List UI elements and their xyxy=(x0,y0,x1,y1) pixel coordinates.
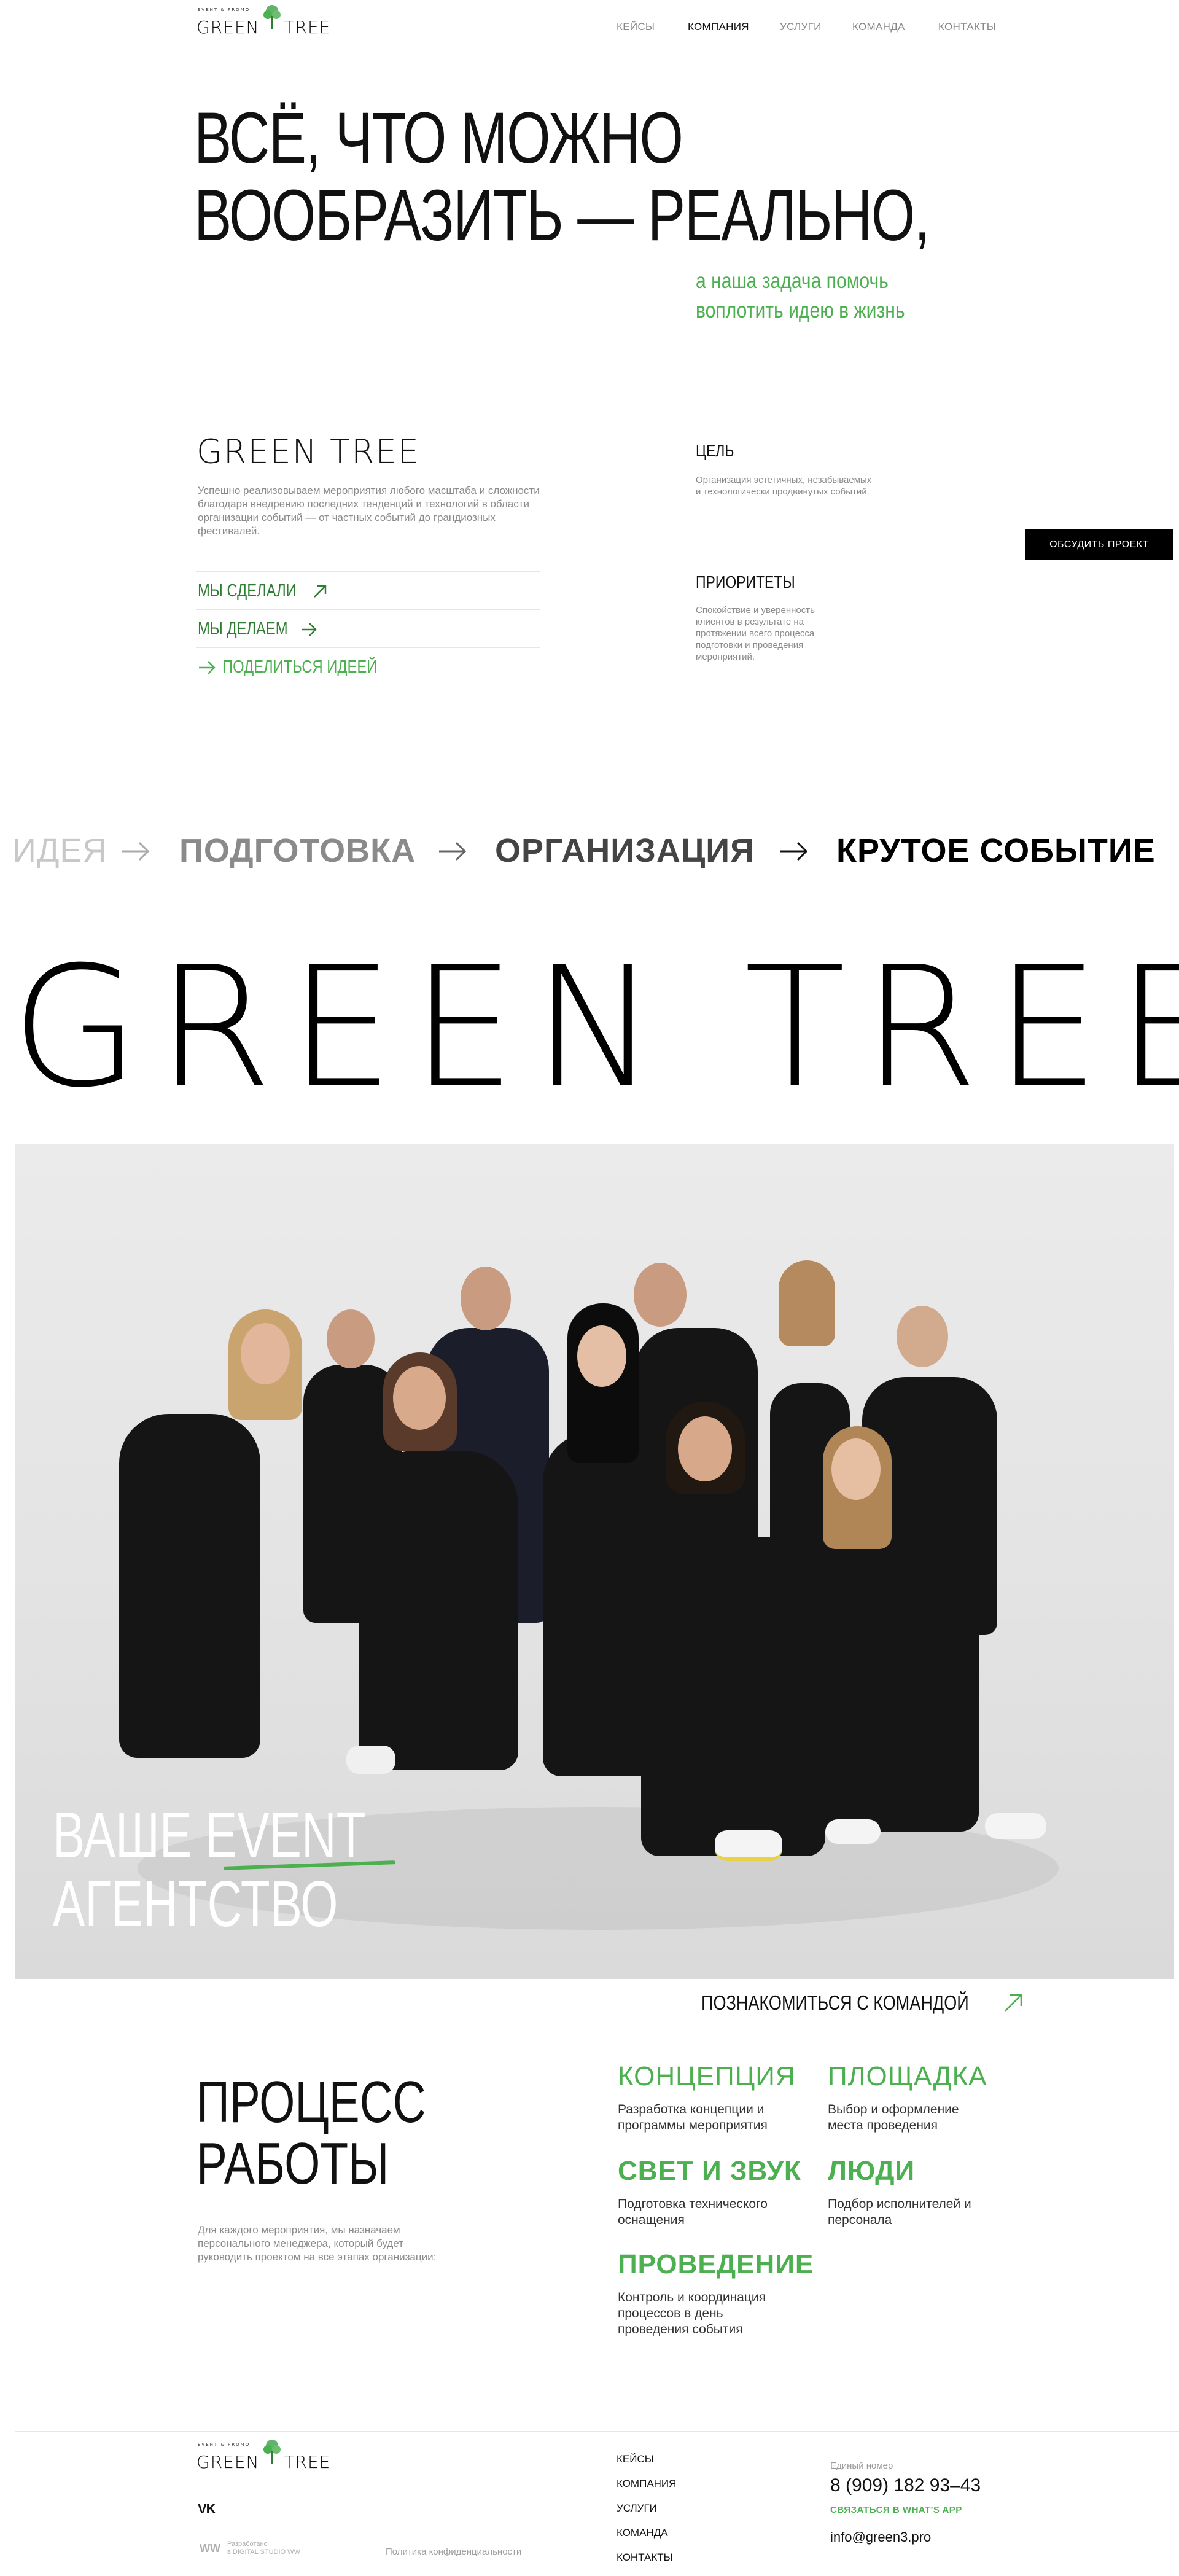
process-item-light-sound: СВЕТ И ЗВУК Подготовка технического осна… xyxy=(618,2156,814,2228)
arrow-right-icon xyxy=(301,622,317,636)
process-text: Для каждого мероприятия, мы назначаем пе… xyxy=(198,2224,437,2263)
whatsapp-link[interactable]: СВЯЗАТЬСЯ В WHAT'S APP xyxy=(830,2505,962,2515)
site-logo[interactable]: EVENT & PROMO GREEN TREE xyxy=(196,4,338,37)
footer-nav-team[interactable]: КОМАНДА xyxy=(617,2527,676,2539)
goal-text: Организация эстетичных, незабываемых и т… xyxy=(696,475,872,497)
about-brand: GREEN TREE xyxy=(196,432,420,471)
arrow-up-right-icon xyxy=(1005,1994,1022,2012)
logo-tagline: EVENT & PROMO xyxy=(198,2442,251,2447)
about-divider-1 xyxy=(196,571,540,572)
link-we-did[interactable]: МЫ СДЕЛАЛИ xyxy=(198,581,328,601)
studio-logo: WW xyxy=(200,2542,220,2555)
meet-team-label: ПОЗНАКОМИТЬСЯ С КОМАНДОЙ xyxy=(701,1991,969,2014)
phone-label: Единый номер xyxy=(830,2461,893,2471)
phone-number[interactable]: 8 (909) 182 93–43 xyxy=(830,2475,981,2496)
process-item-concept: КОНЦЕПЦИЯ Разработка концепции и програм… xyxy=(618,2061,814,2134)
priority-text: Спокойствие и уверенность клиентов в рез… xyxy=(696,605,815,662)
developer-text: Разработано в DIGITAL STUDIO WW xyxy=(227,2540,300,2556)
link-we-did-label: МЫ СДЕЛАЛИ xyxy=(198,581,297,601)
nav-company[interactable]: КОМПАНИЯ xyxy=(688,21,749,33)
process-item-title: СВЕТ И ЗВУК xyxy=(618,2156,801,2186)
arrow-right-icon xyxy=(122,841,150,861)
footer-nav-contacts[interactable]: КОНТАКТЫ xyxy=(617,2551,676,2564)
developer-line-2: в DIGITAL STUDIO WW xyxy=(227,2548,300,2556)
vk-icon[interactable]: VK xyxy=(198,2501,216,2517)
photo-caption-line-2: АГЕНТСТВО xyxy=(53,1868,338,1940)
process-item-title: ЛЮДИ xyxy=(828,2156,916,2186)
link-we-do[interactable]: МЫ ДЕЛАЕМ xyxy=(198,619,317,639)
logo-tagline: EVENT & PROMO xyxy=(198,7,251,12)
process-item-execution: ПРОВЕДЕНИЕ Контроль и координация процес… xyxy=(618,2249,839,2338)
link-we-do-label: МЫ ДЕЛАЕМ xyxy=(198,619,288,639)
process-item-title: ПЛОЩАДКА xyxy=(828,2061,987,2091)
photo-caption-line-1: ВАШЕ EVENT xyxy=(53,1799,366,1872)
footer-nav: КЕЙСЫ КОМПАНИЯ УСЛУГИ КОМАНДА КОНТАКТЫ xyxy=(617,2453,676,2576)
step-idea: ИДЕЯ xyxy=(12,832,107,869)
nav-services[interactable]: УСЛУГИ xyxy=(780,21,822,33)
process-item-venue: ПЛОЩАДКА Выбор и оформление места провед… xyxy=(828,2061,1024,2134)
arrow-up-right-icon xyxy=(314,585,327,598)
developer-line-1: Разработано xyxy=(227,2540,268,2548)
nav-team[interactable]: КОМАНДА xyxy=(852,21,905,33)
priority-title: ПРИОРИТЕТЫ xyxy=(696,572,795,591)
arrow-right-icon xyxy=(439,841,467,861)
process-item-desc: Выбор и оформление места проведения xyxy=(828,2102,959,2133)
hero-title-line-2: ВООБРАЗИТЬ — РЕАЛЬНО, xyxy=(194,175,930,256)
hero-subtitle-1: а наша задача помочь xyxy=(696,269,889,293)
privacy-policy-link[interactable]: Политика конфиденциальности xyxy=(386,2547,521,2557)
process-item-desc: Подбор исполнителей и персонала xyxy=(828,2197,971,2227)
process-item-title: КОНЦЕПЦИЯ xyxy=(618,2061,796,2091)
arrow-right-icon xyxy=(780,841,808,861)
meet-team-link[interactable]: ПОЗНАКОМИТЬСЯ С КОМАНДОЙ xyxy=(701,1991,1024,2015)
footer-logo[interactable]: EVENT & PROMO GREEN TREE xyxy=(196,2438,338,2472)
logo-text: GREEN TREE xyxy=(196,2452,331,2472)
process-title-line-1: ПРОЦЕСС xyxy=(196,2069,426,2135)
footer-nav-company[interactable]: КОМПАНИЯ xyxy=(617,2478,676,2490)
footer-nav-cases[interactable]: КЕЙСЫ xyxy=(617,2453,676,2465)
process-item-desc: Контроль и координация процессов в день … xyxy=(618,2290,766,2336)
nav-cases[interactable]: КЕЙСЫ xyxy=(617,21,655,33)
hero-title-line-1: ВСЁ, ЧТО МОЖНО xyxy=(194,98,683,179)
step-cool-event: КРУТОЕ СОБЫТИЕ xyxy=(836,832,1156,869)
process-steps: ИДЕЯ ПОДГОТОВКА ОРГАНИЗАЦИЯ КРУТОЕ СОБЫТ… xyxy=(0,832,1179,881)
link-share-idea[interactable]: ПОДЕЛИТЬСЯ ИДЕЕЙ xyxy=(198,657,411,677)
process-item-desc: Подготовка технического оснащения xyxy=(618,2197,768,2227)
footer-divider xyxy=(15,2431,1179,2432)
nav-contacts[interactable]: КОНТАКТЫ xyxy=(938,21,996,33)
arrow-right-icon xyxy=(199,660,216,674)
process-item-desc: Разработка концепции и программы меропри… xyxy=(618,2102,768,2133)
step-organization: ОРГАНИЗАЦИЯ xyxy=(495,832,755,869)
discuss-project-button[interactable]: ОБСУДИТЬ ПРОЕКТ xyxy=(1025,529,1173,560)
goal-title: ЦЕЛЬ xyxy=(696,441,734,460)
footer-nav-services[interactable]: УСЛУГИ xyxy=(617,2502,676,2515)
about-divider-3 xyxy=(196,647,540,648)
step-preparation: ПОДГОТОВКА xyxy=(179,832,416,869)
process-item-people: ЛЮДИ Подбор исполнителей и персонала xyxy=(828,2156,1024,2228)
brand-big-title: GREEN TREE xyxy=(11,931,1179,1124)
hero-subtitle-2: воплотить идею в жизнь xyxy=(696,299,905,322)
email-link[interactable]: info@green3.pro xyxy=(830,2529,931,2545)
logo-text: GREEN TREE xyxy=(196,17,331,37)
about-divider-2 xyxy=(196,609,540,610)
developer-credit[interactable]: WW Разработано в DIGITAL STUDIO WW xyxy=(198,2539,300,2558)
about-text: Успешно реализовываем мероприятия любого… xyxy=(198,485,540,537)
link-share-idea-label: ПОДЕЛИТЬСЯ ИДЕЕЙ xyxy=(222,657,378,677)
team-photo: ВАШЕ EVENT АГЕНТСТВО xyxy=(15,1144,1174,1979)
process-item-title: ПРОВЕДЕНИЕ xyxy=(618,2249,814,2279)
process-title-line-2: РАБОТЫ xyxy=(196,2131,389,2196)
